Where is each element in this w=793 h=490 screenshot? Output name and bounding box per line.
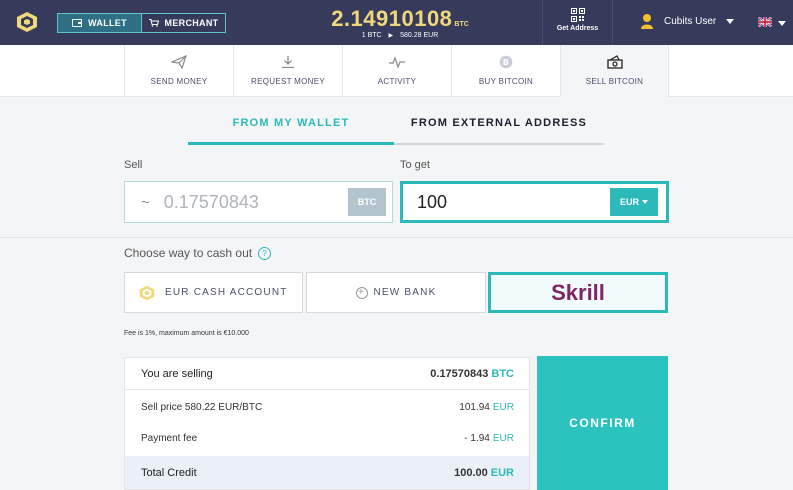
cashout-heading: Choose way to cash out ? (124, 246, 272, 260)
total-unit: EUR (490, 466, 514, 479)
total-value: 100.00 (454, 466, 488, 479)
buy-bitcoin-action[interactable]: B BUY BITCOIN (451, 45, 560, 97)
svg-text:B: B (503, 58, 509, 67)
send-money-label: SEND MONEY (150, 77, 208, 86)
user-name: Cubits User (664, 15, 717, 27)
summary-row-selling: You are selling 0.17570843 BTC (125, 358, 529, 390)
plus-icon: + (355, 286, 368, 299)
request-money-action[interactable]: REQUEST MONEY (233, 45, 342, 97)
summary-row-fee: Payment fee - 1.94 EUR (125, 425, 529, 451)
get-address-button[interactable]: Get Address (542, 0, 613, 45)
cubits-logo-icon (139, 285, 155, 300)
tab-track (394, 143, 604, 145)
bitcoin-icon: B (499, 55, 513, 69)
new-bank-option[interactable]: + NEW BANK (306, 272, 486, 313)
cash-icon (606, 55, 623, 69)
uk-flag-icon[interactable] (758, 17, 772, 27)
balance-display: 2.14910108 BTC 1 BTC ▶ 580.28 EUR (300, 6, 500, 39)
total-label: Total Credit (141, 466, 197, 479)
selling-unit: BTC (491, 367, 514, 380)
new-bank-label: NEW BANK (373, 287, 437, 298)
wallet-tab-label: WALLET (88, 18, 127, 28)
summary-row-price: Sell price 580.22 EUR/BTC 101.94 EUR (125, 394, 529, 420)
exchange-rate: 1 BTC ▶ 580.28 EUR (300, 32, 500, 39)
qr-code-icon (570, 8, 585, 22)
buy-bitcoin-label: BUY BITCOIN (478, 77, 534, 86)
skrill-logo: Skrill (551, 279, 605, 305)
fee-note: Fee is 1%, maximum amount is €10.000 (124, 330, 249, 337)
wallet-tab[interactable]: WALLET (58, 14, 141, 32)
fee-unit: EUR (492, 432, 514, 444)
order-summary: You are selling 0.17570843 BTC Sell price… (124, 357, 530, 490)
send-money-action[interactable]: SEND MONEY (124, 45, 233, 97)
wallet-merchant-switch: WALLET MERCHANT (57, 13, 226, 33)
activity-action[interactable]: ACTIVITY (342, 45, 451, 97)
selling-amount: 0.17570843 BTC (430, 368, 514, 380)
language-chevron-icon[interactable] (778, 21, 786, 26)
price-value: 101.94 (459, 401, 490, 413)
wallet-icon (72, 19, 83, 27)
activity-label: ACTIVITY (377, 77, 417, 86)
approx-symbol: ~ (141, 193, 150, 211)
cart-icon (148, 19, 159, 27)
rate-eur: 580.28 EUR (400, 32, 439, 39)
selling-value: 0.17570843 (430, 367, 489, 380)
section-divider (0, 237, 793, 238)
currency-select[interactable]: EUR (610, 188, 658, 216)
sell-amount-field[interactable]: ~ 0.17570843 BTC (124, 181, 393, 223)
top-bar: WALLET MERCHANT 2.14910108 BTC 1 BTC ▶ 58… (0, 0, 793, 45)
cashout-title: Choose way to cash out (124, 246, 253, 260)
currency-select-label: EUR (619, 197, 639, 207)
confirm-button[interactable]: CONFIRM (537, 356, 668, 490)
price-label: Sell price 580.22 EUR/BTC (141, 401, 263, 413)
chevron-down-icon (642, 200, 648, 204)
user-menu[interactable]: Cubits User (640, 13, 735, 29)
arrow-right-icon: ▶ (388, 33, 394, 39)
price-amount: 101.94 EUR (459, 402, 514, 413)
sell-bitcoin-label: SELL BITCOIN (585, 77, 644, 86)
help-icon[interactable]: ? (258, 246, 272, 260)
selling-label: You are selling (141, 367, 213, 380)
get-address-label: Get Address (556, 25, 599, 32)
sell-bitcoin-action[interactable]: SELL BITCOIN (560, 45, 669, 97)
rate-btc: 1 BTC (361, 32, 382, 39)
merchant-tab[interactable]: MERCHANT (141, 14, 225, 32)
tab-from-my-wallet[interactable]: FROM MY WALLET (188, 117, 394, 143)
balance-amount: 2.14910108 (331, 6, 453, 31)
total-amount: 100.00 EUR (454, 467, 514, 479)
fee-value: - 1.94 (464, 432, 490, 444)
balance-unit: BTC (454, 21, 469, 28)
eur-cash-account-label: EUR CASH ACCOUNT (165, 287, 288, 298)
fee-label: Payment fee (141, 432, 198, 444)
summary-row-total: Total Credit 100.00 EUR (125, 456, 529, 489)
to-get-label: To get (400, 159, 430, 171)
fee-amount: - 1.94 EUR (464, 433, 514, 444)
sell-amount-value[interactable]: 0.17570843 (164, 192, 259, 213)
tab-from-external-address[interactable]: FROM EXTERNAL ADDRESS (394, 117, 604, 143)
merchant-tab-label: MERCHANT (164, 18, 219, 28)
action-bar: SEND MONEY REQUEST MONEY ACTIVITY B BUY … (0, 45, 793, 97)
sell-unit-badge: BTC (348, 188, 386, 216)
source-tabs: FROM MY WALLET FROM EXTERNAL ADDRESS (188, 117, 604, 145)
active-tab-indicator (188, 142, 394, 145)
chevron-down-icon (726, 18, 735, 24)
download-icon (282, 56, 294, 69)
skrill-option[interactable]: Skrill (488, 272, 668, 313)
pulse-icon (389, 56, 405, 69)
request-money-label: REQUEST MONEY (251, 77, 325, 86)
sell-label: Sell (124, 159, 143, 171)
get-amount-field[interactable]: 100 EUR (400, 181, 669, 223)
cubits-logo-icon[interactable] (16, 11, 38, 33)
eur-cash-account-option[interactable]: EUR CASH ACCOUNT (124, 272, 303, 313)
get-amount-value[interactable]: 100 (417, 192, 447, 213)
price-unit: EUR (492, 401, 514, 413)
user-avatar-icon (641, 14, 653, 29)
paper-plane-icon (171, 55, 187, 69)
